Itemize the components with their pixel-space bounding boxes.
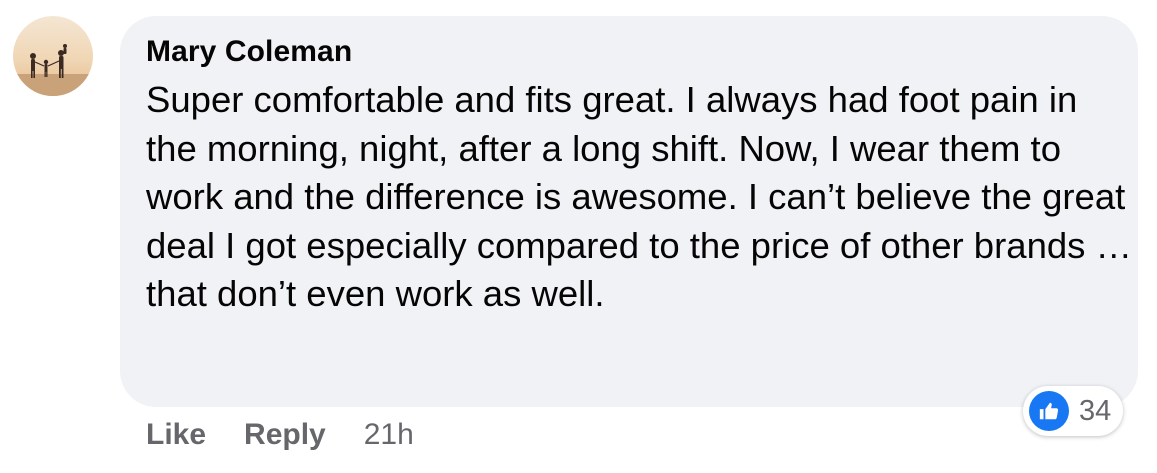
reaction-count: 34 [1079, 394, 1112, 427]
comment-text: Super comfortable and fits great. I alwa… [146, 79, 1133, 314]
avatar-photo [13, 16, 93, 96]
comment-bubble: Mary Coleman Super comfortable and fits … [120, 16, 1138, 407]
reply-button[interactable]: Reply [244, 418, 326, 452]
thumbs-up-icon [1029, 391, 1069, 431]
comment-timestamp[interactable]: 21h [364, 418, 414, 452]
reactions-badge[interactable]: 34 [1023, 386, 1124, 436]
avatar[interactable] [13, 16, 93, 96]
like-button[interactable]: Like [146, 418, 206, 452]
comment-author[interactable]: Mary Coleman [146, 32, 1114, 72]
comment-actions: Like Reply 21h [146, 418, 414, 452]
